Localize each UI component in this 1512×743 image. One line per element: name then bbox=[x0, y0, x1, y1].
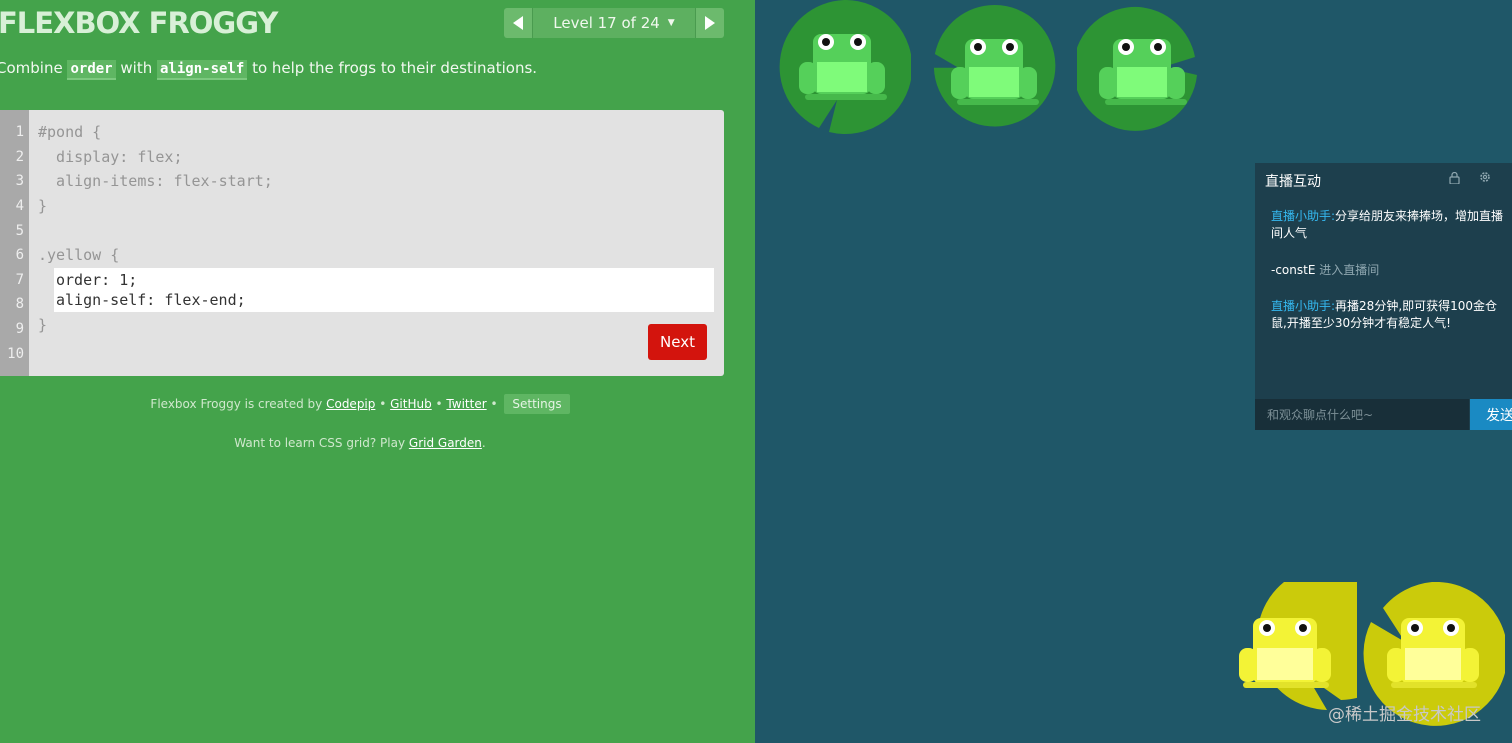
chat-text: 进入直播间 bbox=[1319, 263, 1380, 277]
frog-green bbox=[777, 0, 911, 134]
app-logo: FLEXBOX FROGGY bbox=[0, 6, 278, 40]
code-line: align-items: flex-start; bbox=[38, 172, 273, 190]
frog-on-lilypad-icon bbox=[779, 0, 911, 134]
bullet-separator: • bbox=[375, 397, 391, 411]
chat-message: -constE 进入直播间 bbox=[1271, 262, 1509, 279]
line-number: 1 bbox=[15, 124, 24, 140]
line-number: 4 bbox=[15, 198, 24, 214]
next-button[interactable]: Next bbox=[648, 324, 707, 360]
code-line: } bbox=[38, 316, 48, 334]
grid-garden-link[interactable]: Grid Garden bbox=[409, 436, 482, 450]
line-number: 10 bbox=[7, 346, 24, 362]
instructions-text: Combine bbox=[0, 59, 68, 77]
bullet-separator: • bbox=[431, 397, 447, 411]
line-number: 7 bbox=[15, 272, 24, 288]
caret-down-icon: ▼ bbox=[667, 18, 675, 28]
next-level-button[interactable] bbox=[696, 8, 724, 38]
input-line[interactable]: order: 1; bbox=[56, 271, 137, 289]
settings-button[interactable]: Settings bbox=[504, 394, 570, 414]
code-line: display: flex; bbox=[38, 148, 183, 166]
code-editor: 1 2 3 4 5 6 7 8 9 10 #pond { display: fl… bbox=[0, 110, 724, 376]
codepip-link[interactable]: Codepip bbox=[326, 397, 375, 411]
input-line[interactable]: align-self: flex-end; bbox=[56, 291, 246, 309]
twitter-link[interactable]: Twitter bbox=[446, 397, 486, 411]
github-link[interactable]: GitHub bbox=[390, 397, 432, 411]
learn-text: Want to learn CSS grid? Play bbox=[234, 436, 409, 450]
line-number: 5 bbox=[15, 223, 24, 239]
line-number: 2 bbox=[15, 149, 24, 165]
credits: Flexbox Froggy is created by Codepip • G… bbox=[0, 394, 720, 414]
prev-level-button[interactable] bbox=[504, 8, 532, 38]
line-number: 3 bbox=[15, 173, 24, 189]
frog-on-lilypad-icon bbox=[1077, 6, 1197, 131]
level-label: Level 17 of 24 bbox=[553, 14, 660, 32]
arrow-right-icon bbox=[705, 16, 715, 30]
credits-text: Flexbox Froggy is created by bbox=[150, 397, 327, 411]
code-line: .yellow { bbox=[38, 246, 120, 264]
bullet-separator: • bbox=[486, 397, 502, 411]
arrow-left-icon bbox=[513, 16, 523, 30]
watermark: @稀土掘金技术社区 bbox=[1328, 705, 1481, 725]
code-keyword-order[interactable]: order bbox=[67, 60, 116, 80]
gear-icon[interactable] bbox=[1479, 171, 1491, 186]
chat-message: 直播小助手:分享给朋友来捧捧场，增加直播间人气 bbox=[1271, 208, 1509, 242]
instructions: Combine order with align-self to help th… bbox=[0, 59, 538, 80]
code-keyword-align-self[interactable]: align-self bbox=[157, 60, 248, 80]
lock-icon[interactable] bbox=[1449, 171, 1460, 187]
chat-title: 直播互动 bbox=[1265, 174, 1321, 190]
learn-suffix: . bbox=[481, 436, 486, 450]
line-number-gutter: 1 2 3 4 5 6 7 8 9 10 bbox=[0, 110, 29, 376]
code-line: } bbox=[38, 197, 48, 215]
frog-on-lilypad-icon bbox=[933, 5, 1056, 127]
level-dropdown[interactable]: Level 17 of 24 ▼ bbox=[532, 8, 696, 38]
code-line: #pond { bbox=[38, 123, 102, 141]
live-chat-panel: 直播互动 直播小助手:分享给朋友来捧捧场，增加直播间人气 -constE 进入直… bbox=[1255, 163, 1512, 430]
level-navigator: Level 17 of 24 ▼ bbox=[504, 8, 724, 38]
send-button[interactable]: 发送 bbox=[1470, 399, 1512, 430]
game-panel: FLEXBOX FROGGY Level 17 of 24 ▼ Combine … bbox=[0, 0, 755, 743]
frog-green bbox=[929, 5, 1063, 139]
frog-green bbox=[1077, 5, 1211, 139]
learn-grid-promo: Want to learn CSS grid? Play Grid Garden… bbox=[0, 436, 720, 450]
line-number: 6 bbox=[15, 247, 24, 263]
chat-message: 直播小助手:再播28分钟,即可获得100金仓鼠,开播至少30分钟才有稳定人气! bbox=[1271, 298, 1509, 332]
chat-sender: 直播小助手: bbox=[1271, 299, 1336, 313]
line-number: 8 bbox=[15, 296, 24, 312]
chat-sender: 直播小助手: bbox=[1271, 209, 1336, 223]
chat-input[interactable]: 和观众聊点什么吧~ bbox=[1255, 399, 1469, 430]
line-number: 9 bbox=[15, 321, 24, 337]
instructions-text: to help the frogs to their destinations. bbox=[247, 59, 538, 77]
chat-sender: -constE bbox=[1271, 263, 1316, 277]
instructions-text: with bbox=[115, 59, 157, 77]
